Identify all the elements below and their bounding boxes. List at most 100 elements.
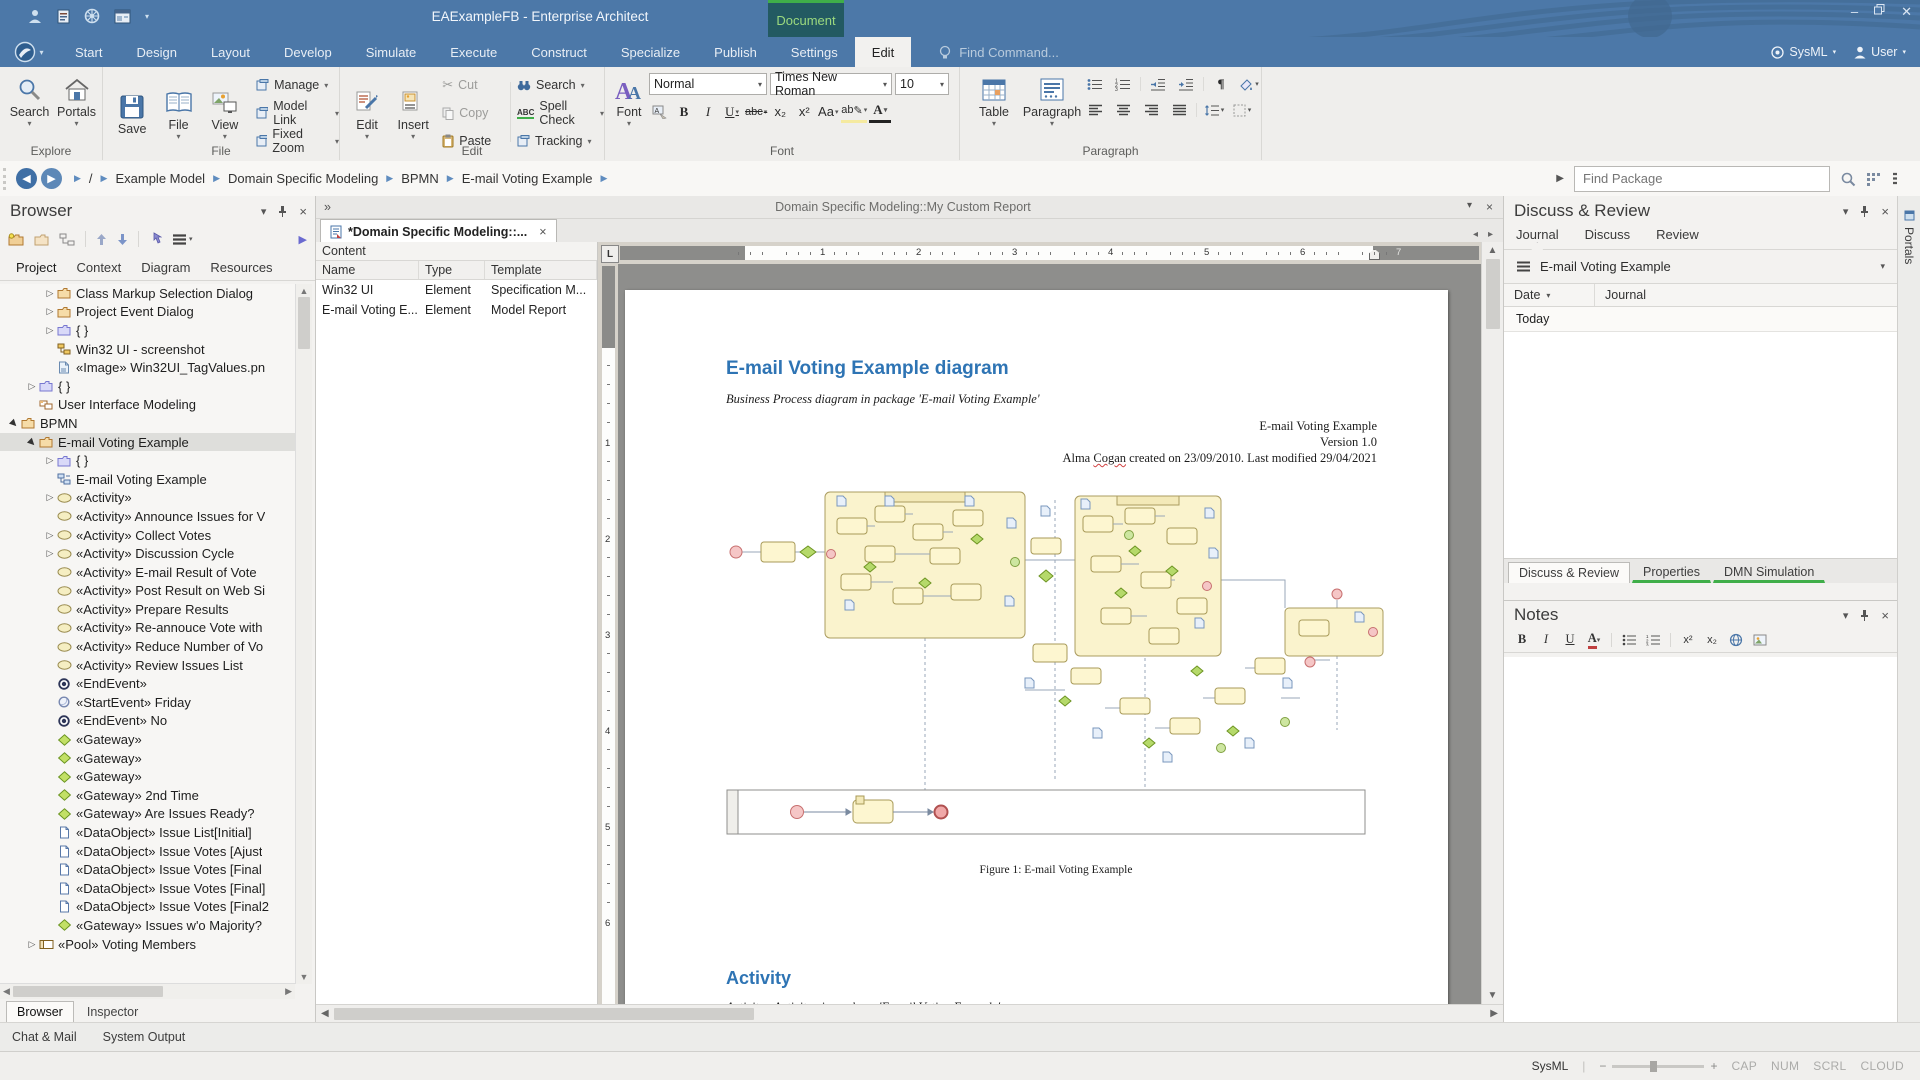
panel-tab-dmn-simulation[interactable]: DMN Simulation [1713, 561, 1825, 583]
browser-expand-icon[interactable]: ▶ [299, 233, 307, 246]
italic-icon[interactable]: I [1536, 630, 1556, 649]
content-column-name[interactable]: Name [316, 261, 419, 279]
tree-expander-icon[interactable]: ▷ [44, 492, 56, 503]
panel-tab-discuss-review[interactable]: Discuss & Review [1508, 562, 1630, 583]
zoom-in-icon[interactable]: + [1710, 1059, 1717, 1073]
tree-item[interactable]: ▷{ } [0, 321, 296, 340]
ribbon-tab-develop[interactable]: Develop [267, 37, 349, 67]
shading-button[interactable]: ▾ [1238, 74, 1260, 94]
find-package-search-icon[interactable] [1840, 171, 1856, 187]
font-color-icon[interactable]: A▾ [1584, 630, 1604, 649]
new-folder-icon[interactable] [34, 233, 49, 246]
align-right-button[interactable] [1140, 100, 1162, 120]
notes-pin-icon[interactable] [1860, 609, 1869, 621]
table-button[interactable]: Table▾ [968, 71, 1020, 128]
content-column-template[interactable]: Template [485, 261, 597, 279]
breadcrumb-item[interactable]: Domain Specific Modeling [228, 171, 378, 186]
tree-item[interactable]: ▶BPMN [0, 414, 296, 433]
superscript-icon[interactable]: x² [1678, 630, 1698, 649]
new-package-icon[interactable] [8, 233, 24, 246]
tree-item[interactable]: «Gateway» [0, 767, 296, 786]
notes-close-icon[interactable]: × [1881, 608, 1889, 623]
discuss-close-icon[interactable]: × [1881, 204, 1889, 219]
edit-button[interactable]: Edit▾ [344, 84, 390, 141]
tree-item[interactable]: «Image» Win32UI_TagValues.pn [0, 358, 296, 377]
tree-expander-icon[interactable]: ▷ [44, 325, 56, 336]
workspace-close-icon[interactable]: × [1486, 200, 1493, 214]
tree-item[interactable]: ▷Project Event Dialog [0, 303, 296, 322]
font-family-combo[interactable]: Times New Roman▾ [770, 73, 892, 95]
tree-item[interactable]: «Gateway» [0, 730, 296, 749]
document-page[interactable]: E-mail Voting Example diagram Business P… [625, 290, 1448, 1004]
quick-access-document-icon[interactable] [57, 9, 70, 24]
file-button[interactable]: File▾ [155, 84, 201, 141]
ribbon-tab-settings[interactable]: Settings [774, 37, 855, 67]
browser-tab-diagram[interactable]: Diagram [131, 257, 200, 278]
tree-item[interactable]: «Activity» Review Issues List [0, 656, 296, 675]
document-horizontal-scrollbar[interactable]: ◀ ▶ [316, 1004, 1503, 1022]
font-size-combo[interactable]: 10▾ [895, 73, 949, 95]
tree-expander-icon[interactable]: ▷ [44, 306, 56, 317]
tree-expander-icon[interactable]: ▷ [26, 939, 38, 950]
tree-item[interactable]: «Gateway» [0, 749, 296, 768]
paragraph-button[interactable]: Paragraph▾ [1020, 71, 1084, 128]
content-column-type[interactable]: Type [419, 261, 485, 279]
dock-tab-chat-mail[interactable]: Chat & Mail [12, 1030, 77, 1044]
tab-list-chevron-icon[interactable]: » [316, 200, 339, 214]
document-vertical-scrollbar[interactable]: ▲ ▼ [1481, 242, 1503, 1004]
change-case-button[interactable]: Aa▾ [817, 102, 839, 122]
discuss-column-date[interactable]: Date▾ [1504, 284, 1594, 306]
find-package-input[interactable] [1574, 166, 1830, 192]
font-color-button[interactable]: A▾ [869, 100, 891, 123]
status-toggle-num[interactable]: NUM [1771, 1059, 1799, 1073]
tree-item[interactable]: «DataObject» Issue Votes [Ajust [0, 842, 296, 861]
model-link-button[interactable]: Model Link▾ [256, 101, 339, 125]
tree-horizontal-scrollbar[interactable]: ◀ ▶ [0, 983, 295, 999]
browser-close-icon[interactable]: × [299, 204, 307, 219]
zoom-out-icon[interactable]: − [1599, 1059, 1606, 1073]
status-toggle-cloud[interactable]: CLOUD [1860, 1059, 1904, 1073]
tree-item[interactable]: ▷{ } [0, 451, 296, 470]
tree-expander-icon[interactable]: ▷ [44, 455, 56, 466]
tree-item[interactable]: «Gateway» Issues w'o Majority? [0, 916, 296, 935]
ribbon-tab-edit[interactable]: Edit [855, 37, 911, 67]
tree-item[interactable]: ▷«Activity» Collect Votes [0, 526, 296, 545]
tree-item[interactable]: Win32 UI - screenshot [0, 340, 296, 359]
vertical-ruler[interactable]: 123456 [598, 264, 618, 1004]
dock-tab-system-output[interactable]: System Output [103, 1030, 186, 1044]
browser-tab-resources[interactable]: Resources [200, 257, 282, 278]
portals-vertical-tab[interactable]: Portals [1898, 204, 1920, 270]
discuss-tab-discuss[interactable]: Discuss [1585, 227, 1631, 249]
discuss-pin-icon[interactable] [1860, 205, 1869, 217]
tab-stop-selector[interactable]: L [601, 245, 619, 263]
tree-item[interactable]: «Activity» Prepare Results [0, 600, 296, 619]
insert-button[interactable]: Insert▾ [390, 84, 436, 141]
numbered-list-button[interactable]: 123 [1112, 74, 1134, 94]
minimize-button[interactable]: – [1851, 4, 1858, 20]
bullet-list-button[interactable] [1084, 74, 1106, 94]
dock-tab-inspector[interactable]: Inspector [76, 1001, 149, 1022]
insert-image-icon[interactable] [1750, 630, 1770, 649]
tree-item[interactable]: E-mail Voting Example [0, 470, 296, 489]
browser-tab-project[interactable]: Project [6, 257, 66, 278]
save-button[interactable]: Save [109, 88, 155, 136]
tree-item[interactable]: «Activity» E-mail Result of Vote [0, 563, 296, 582]
cut-button[interactable]: ✂Cut [442, 73, 506, 97]
ribbon-tab-specialize[interactable]: Specialize [604, 37, 697, 67]
workspace-badge[interactable]: Document [768, 0, 844, 37]
quick-access-dropdown-icon[interactable]: ▾ [145, 12, 149, 21]
tree-item[interactable]: «DataObject» Issue Votes [Final [0, 860, 296, 879]
browser-tab-context[interactable]: Context [66, 257, 131, 278]
find-command[interactable]: Find Command... [939, 37, 1059, 67]
tree-item[interactable]: «EndEvent» No [0, 712, 296, 731]
discuss-element-selector[interactable]: E-mail Voting Example ▾ [1504, 250, 1897, 284]
tree-item[interactable]: «StartEvent» Friday [0, 693, 296, 712]
ribbon-tab-publish[interactable]: Publish [697, 37, 774, 67]
style-combo[interactable]: Normal▾ [649, 73, 767, 95]
horizontal-ruler[interactable]: L 1234567 [598, 242, 1481, 264]
spell-check-button[interactable]: ABCSpell Check▾ [517, 101, 604, 125]
tree-item[interactable]: «DataObject» Issue Votes [Final2 [0, 898, 296, 917]
tree-item[interactable]: «DataObject» Issue Votes [Final] [0, 879, 296, 898]
italic-button[interactable]: I [697, 102, 719, 122]
search-button[interactable]: Search▾ [6, 71, 53, 128]
